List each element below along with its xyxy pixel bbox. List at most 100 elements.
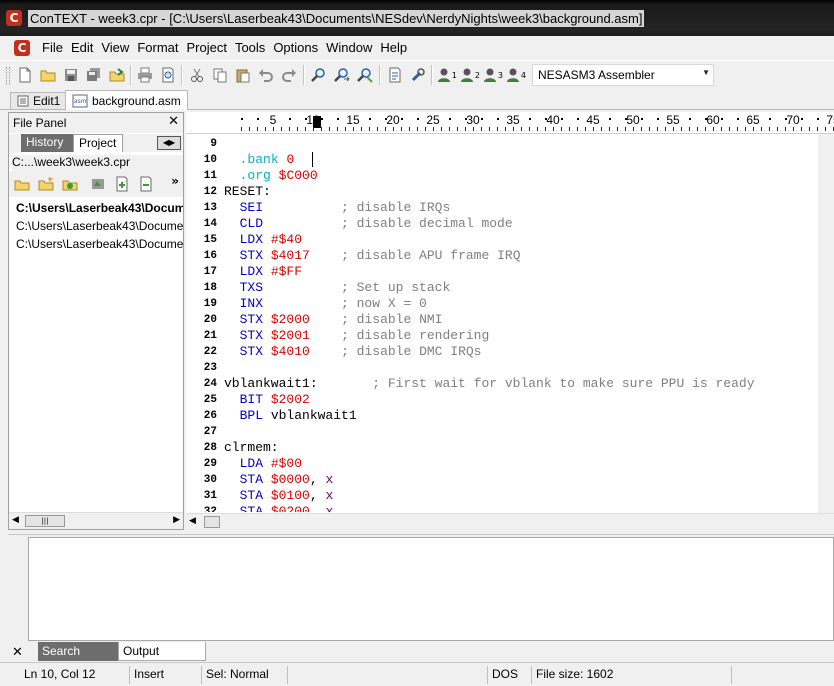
remove-file-icon[interactable]	[137, 175, 155, 193]
code-line[interactable]: 16 STX $4017 ; disable APU frame IRQ	[186, 248, 818, 264]
project-file-item[interactable]: asm C:\Users\Laserbeak43\Documents\NESde…	[9, 199, 183, 217]
code-line[interactable]: 14 CLD ; disable decimal mode	[186, 216, 818, 232]
scroll-thumb[interactable]: |||	[25, 515, 65, 527]
add-files-icon[interactable]	[61, 175, 79, 193]
code-line[interactable]: 10 .bank 0	[186, 152, 818, 168]
add-file-icon[interactable]	[113, 175, 131, 193]
code-token: LDA	[239, 456, 264, 471]
user-exec-1-icon[interactable]: 1	[437, 66, 457, 84]
redo-icon[interactable]	[280, 66, 298, 84]
tab-search-results[interactable]: Search Results	[38, 642, 118, 676]
project-file-item[interactable]: C:\Users\Laserbeak43\Documents\NESdev\Ne…	[9, 217, 183, 235]
find-next-icon[interactable]	[333, 66, 351, 84]
code-line[interactable]: 24 vblankwait1: ; First wait for vblank t…	[186, 376, 818, 392]
code-line[interactable]: 31 STA $0100, x	[186, 488, 818, 504]
menu-edit[interactable]: Edit	[67, 36, 97, 60]
code-line[interactable]: 17 LDX #$FF	[186, 264, 818, 280]
code-line[interactable]: 13 SEI ; disable IRQs	[186, 200, 818, 216]
new-project-folder-icon[interactable]	[37, 175, 55, 193]
document-menu-icon[interactable]: C	[14, 40, 30, 56]
code-line[interactable]: 20 STX $2000 ; disable NMI	[186, 312, 818, 328]
cut-icon[interactable]	[188, 66, 206, 84]
file-panel-horizontal-scrollbar[interactable]: ◀ ||| ▶	[9, 512, 183, 529]
tools-icon[interactable]	[409, 66, 427, 84]
code-line[interactable]: 11 .org $C000	[186, 168, 818, 184]
ruler-tick	[505, 127, 506, 131]
code-token: .bank	[239, 152, 279, 167]
menu-format[interactable]: Format	[133, 36, 182, 60]
menu-view[interactable]: View	[97, 36, 133, 60]
code-editor[interactable]: 5 10 15 20 25 30 35 40 45 50 55 60 65 70 75 9 10 .bank …	[186, 112, 834, 530]
scroll-thumb[interactable]	[204, 516, 220, 528]
code-line[interactable]: 25 BIT $2002	[186, 392, 818, 408]
context-app-icon[interactable]: C	[6, 10, 22, 26]
tab-project[interactable]: Project	[73, 134, 123, 152]
menu-options[interactable]: Options	[269, 36, 322, 60]
scroll-left-icon[interactable]: ◀	[189, 516, 196, 526]
editor-horizontal-scrollbar[interactable]: ◀	[186, 513, 834, 530]
code-token: $2002	[270, 392, 310, 407]
file-properties-icon[interactable]	[386, 66, 404, 84]
ruler-tick	[665, 127, 666, 131]
code-area[interactable]: 9 10 .bank 0 11 .org $C000 12 RESET: 13 SEI ;…	[186, 136, 818, 512]
output-console[interactable]	[28, 537, 834, 641]
menu-tools[interactable]: Tools	[231, 36, 269, 60]
code-line[interactable]: 18 TXS ; Set up stack	[186, 280, 818, 296]
code-line[interactable]: 12 RESET:	[186, 184, 818, 200]
more-chevron-icon[interactable]: »	[171, 174, 179, 188]
undo-icon[interactable]	[257, 66, 275, 84]
tab-output-console[interactable]: Output Console	[118, 642, 206, 676]
code-line[interactable]: 26 BPL vblankwait1	[186, 408, 818, 424]
close-icon[interactable]: ✕	[168, 114, 179, 129]
save-icon[interactable]	[62, 66, 80, 84]
paste-icon[interactable]	[234, 66, 252, 84]
chevron-down-icon[interactable]: ▼	[702, 68, 710, 77]
replace-icon[interactable]	[356, 66, 374, 84]
menu-window[interactable]: Window	[322, 36, 376, 60]
code-line[interactable]: 19 INX ; now X = 0	[186, 296, 818, 312]
code-line[interactable]: 30 STA $0000, x	[186, 472, 818, 488]
editor-vertical-scrollbar[interactable]	[818, 134, 834, 514]
copy-icon[interactable]	[211, 66, 229, 84]
tab-background-asm[interactable]: asm background.asm	[65, 90, 188, 110]
code-token: ; now X = 0	[341, 296, 427, 311]
scroll-right-icon[interactable]: ▶	[173, 515, 180, 525]
code-line[interactable]: 15 LDX #$40	[186, 232, 818, 248]
code-line[interactable]: 27	[186, 424, 818, 440]
tab-history[interactable]: History	[21, 134, 73, 152]
user-exec-4-icon[interactable]: 4	[506, 66, 526, 84]
find-icon[interactable]	[310, 66, 328, 84]
new-file-icon[interactable]	[16, 66, 34, 84]
open-project-icon[interactable]	[108, 66, 126, 84]
save-all-icon[interactable]	[85, 66, 103, 84]
menu-file[interactable]: File	[38, 36, 67, 60]
user-exec-3-icon[interactable]: 3	[483, 66, 503, 84]
code-line[interactable]: 29 LDA #$00	[186, 456, 818, 472]
save-project-icon[interactable]	[89, 175, 107, 193]
code-line[interactable]: 9	[186, 136, 818, 152]
toolbar-grip[interactable]	[6, 67, 10, 85]
menu-project[interactable]: Project	[182, 36, 230, 60]
code-line[interactable]: 28 clrmem:	[186, 440, 818, 456]
ruler-tick	[489, 127, 490, 131]
user-exec-2-icon[interactable]: 2	[460, 66, 480, 84]
print-preview-icon[interactable]	[159, 66, 177, 84]
print-icon[interactable]	[136, 66, 154, 84]
scroll-left-icon[interactable]: ◀	[12, 515, 19, 525]
tab-edit1[interactable]: Edit1	[10, 92, 68, 109]
code-line[interactable]: 32 STA $0200, x	[186, 504, 818, 512]
file-name: C:\Users\Laserbeak43\Documents\NESdev\Ne…	[16, 201, 183, 215]
code-line[interactable]: 21 STX $2001 ; disable rendering	[186, 328, 818, 344]
open-folder-icon[interactable]	[39, 66, 57, 84]
ruler-dot	[641, 118, 643, 120]
close-icon[interactable]: ✕	[12, 645, 23, 660]
menu-help[interactable]: Help	[376, 36, 411, 60]
open-project-folder-icon[interactable]	[13, 175, 31, 193]
panel-nav-arrows-icon[interactable]: ◀▶	[157, 136, 181, 150]
project-file-item[interactable]: C:\Users\Laserbeak43\Documents\NESdev\Ne…	[9, 235, 183, 253]
code-line[interactable]: 23	[186, 360, 818, 376]
highlighter-select[interactable]: NESASM3 Assembler ▼	[532, 64, 714, 86]
code-line[interactable]: 22 STX $4010 ; disable DMC IRQs	[186, 344, 818, 360]
